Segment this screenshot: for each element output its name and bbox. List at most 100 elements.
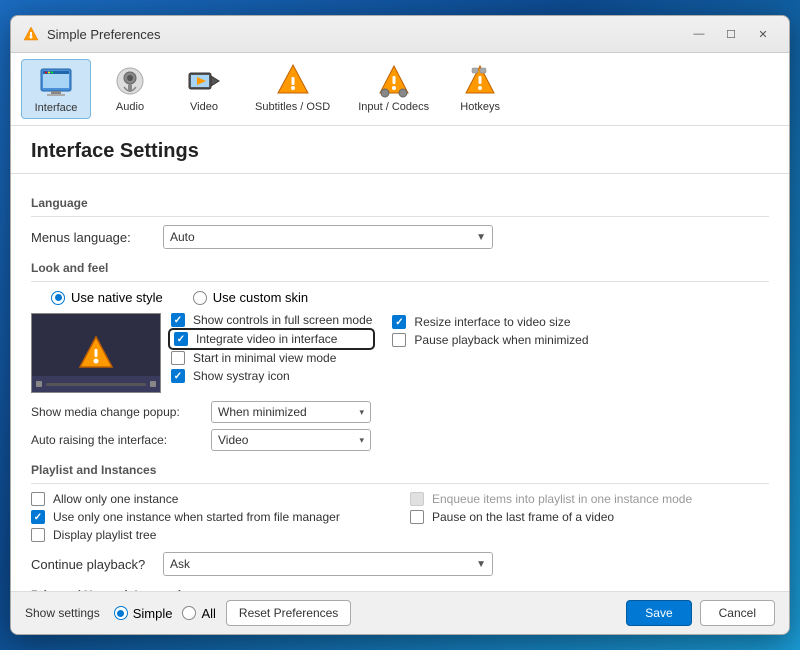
tab-input-label: Input / Codecs (358, 101, 429, 113)
tab-subtitles-label: Subtitles / OSD (255, 101, 330, 113)
pause-last-frame-label: Pause on the last frame of a video (432, 510, 614, 524)
tab-video[interactable]: Video (169, 59, 239, 119)
reset-preferences-button[interactable]: Reset Preferences (226, 600, 351, 626)
maximize-button[interactable]: ☐ (717, 24, 745, 44)
tab-audio[interactable]: Audio (95, 59, 165, 119)
menus-language-value: Auto (170, 230, 476, 244)
tab-hotkeys[interactable]: Hotkeys (445, 59, 515, 119)
all-radio[interactable]: All (182, 606, 215, 621)
native-style-radio-indicator (51, 291, 65, 305)
native-style-label: Use native style (71, 290, 163, 305)
all-radio-label: All (201, 606, 215, 621)
tab-hotkeys-label: Hotkeys (460, 101, 500, 113)
fullscreen-controls-label: Show controls in full screen mode (193, 313, 372, 327)
language-group-label: Language (31, 196, 769, 210)
pause-last-frame-row: Pause on the last frame of a video (410, 510, 769, 524)
tab-subtitles[interactable]: Subtitles / OSD (243, 59, 342, 119)
simple-radio[interactable]: Simple (114, 606, 173, 621)
playlist-tree-label: Display playlist tree (53, 528, 156, 542)
systray-checkbox[interactable] (171, 369, 185, 383)
auto-raise-arrow: ▾ (359, 435, 364, 446)
minimal-view-label: Start in minimal view mode (193, 351, 336, 365)
continue-playback-label: Continue playback? (31, 557, 151, 572)
save-button[interactable]: Save (626, 600, 691, 626)
settings-body: Language Menus language: Auto ▼ Look and… (11, 174, 789, 591)
window-title: Simple Preferences (47, 27, 677, 42)
cancel-button[interactable]: Cancel (700, 600, 775, 626)
app-icon (23, 26, 39, 42)
action-buttons: Save Cancel (626, 600, 775, 626)
auto-raise-value: Video (218, 433, 359, 447)
custom-skin-radio[interactable]: Use custom skin (193, 290, 308, 305)
enqueue-items-label: Enqueue items into playlist in one insta… (432, 492, 692, 506)
preview-progress (46, 383, 146, 386)
resize-interface-label: Resize interface to video size (414, 315, 570, 329)
tab-interface-label: Interface (35, 102, 78, 114)
one-instance-checkbox[interactable] (31, 492, 45, 506)
input-icon (376, 63, 412, 99)
media-popup-row: Show media change popup: When minimized … (31, 401, 769, 423)
video-icon (186, 63, 222, 99)
menus-language-label: Menus language: (31, 230, 151, 245)
menus-language-arrow: ▼ (476, 232, 486, 243)
tab-interface[interactable]: Interface (21, 59, 91, 119)
simple-radio-label: Simple (133, 606, 173, 621)
close-button[interactable]: ✕ (749, 24, 777, 44)
one-instance-row: Allow only one instance (31, 492, 390, 506)
playlist-group-label: Playlist and Instances (31, 463, 769, 477)
simple-radio-indicator (114, 606, 128, 620)
integrate-video-checkbox[interactable] (174, 332, 188, 346)
content-area: Interface Settings Language Menus langua… (11, 126, 789, 591)
media-popup-label: Show media change popup: (31, 405, 201, 419)
style-radio-row: Use native style Use custom skin (31, 290, 769, 305)
menus-language-dropdown[interactable]: Auto ▼ (163, 225, 493, 249)
resize-interface-row: Resize interface to video size (392, 315, 588, 329)
systray-row: Show systray icon (171, 369, 372, 383)
playlist-right-col: Enqueue items into playlist in one insta… (410, 492, 769, 528)
preview-bar-item (36, 381, 42, 387)
file-manager-instance-label: Use only one instance when started from … (53, 510, 340, 524)
preview-controls-bar (32, 376, 160, 392)
integrate-video-label: Integrate video in interface (196, 332, 337, 346)
continue-playback-dropdown[interactable]: Ask ▼ (163, 552, 493, 576)
pause-minimized-checkbox[interactable] (392, 333, 406, 347)
subtitles-icon (275, 63, 311, 99)
main-window: Simple Preferences — ☐ ✕ I (10, 15, 790, 635)
file-manager-instance-checkbox[interactable] (31, 510, 45, 524)
title-bar: Simple Preferences — ☐ ✕ (11, 16, 789, 53)
page-title: Interface Settings (11, 126, 789, 174)
interface-icon (38, 64, 74, 100)
auto-raise-row: Auto raising the interface: Video ▾ (31, 429, 769, 451)
custom-skin-label: Use custom skin (213, 290, 308, 305)
fullscreen-controls-row: Show controls in full screen mode (171, 313, 372, 327)
media-popup-arrow: ▾ (359, 407, 364, 418)
look-feel-controls: Show controls in full screen mode Integr… (31, 313, 769, 401)
bottom-bar: Show settings Simple All Reset Preferenc… (11, 591, 789, 634)
minimal-view-checkbox[interactable] (171, 351, 185, 365)
playlist-tree-checkbox[interactable] (31, 528, 45, 542)
pause-last-frame-checkbox[interactable] (410, 510, 424, 524)
native-style-radio[interactable]: Use native style (51, 290, 163, 305)
media-popup-dropdown[interactable]: When minimized ▾ (211, 401, 371, 423)
continue-playback-row: Continue playback? Ask ▼ (31, 552, 769, 576)
pause-minimized-row: Pause playback when minimized (392, 333, 588, 347)
audio-icon (112, 63, 148, 99)
toolbar: Interface Audio (11, 53, 789, 126)
tab-input[interactable]: Input / Codecs (346, 59, 441, 119)
tab-video-label: Video (190, 101, 218, 113)
enqueue-items-row: Enqueue items into playlist in one insta… (410, 492, 769, 506)
one-instance-label: Allow only one instance (53, 492, 178, 506)
look-feel-checkboxes-left: Show controls in full screen mode Integr… (171, 313, 372, 401)
fullscreen-controls-checkbox[interactable] (171, 313, 185, 327)
media-popup-value: When minimized (218, 405, 359, 419)
preview-bar-item2 (150, 381, 156, 387)
look-feel-group-label: Look and feel (31, 261, 769, 275)
resize-interface-checkbox[interactable] (392, 315, 406, 329)
hotkeys-icon (462, 63, 498, 99)
minimize-button[interactable]: — (685, 24, 713, 44)
minimal-view-row: Start in minimal view mode (171, 351, 372, 365)
playlist-left-col: Allow only one instance Use only one ins… (31, 492, 390, 546)
tab-audio-label: Audio (116, 101, 144, 113)
auto-raise-dropdown[interactable]: Video ▾ (211, 429, 371, 451)
look-feel-checkboxes-right: Resize interface to video size Pause pla… (392, 313, 588, 351)
